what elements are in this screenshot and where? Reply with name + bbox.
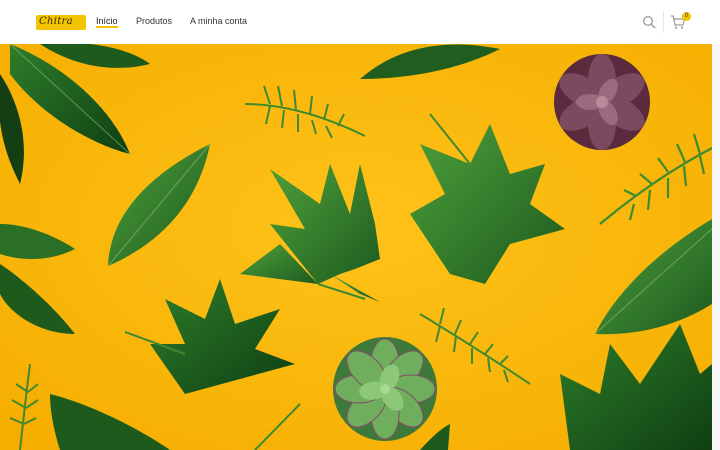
- brand-logo-text: Chitra: [39, 16, 73, 27]
- succulent-green: [333, 337, 437, 441]
- hero-image: [0, 44, 720, 450]
- cart-count-badge: 0: [682, 12, 691, 21]
- search-icon[interactable]: [642, 15, 656, 29]
- succulent-purple: [554, 54, 650, 150]
- nav-item-minha-conta[interactable]: A minha conta: [190, 16, 247, 26]
- nav-item-inicio[interactable]: Início: [96, 16, 118, 28]
- header-divider: [663, 11, 664, 33]
- site-header: Chitra Início Produtos A minha conta 0: [0, 0, 720, 45]
- nav-item-produtos[interactable]: Produtos: [136, 16, 172, 26]
- brand-logo[interactable]: Chitra: [36, 15, 86, 30]
- hero-banner: [0, 44, 720, 450]
- page-scrollbar[interactable]: [712, 44, 720, 450]
